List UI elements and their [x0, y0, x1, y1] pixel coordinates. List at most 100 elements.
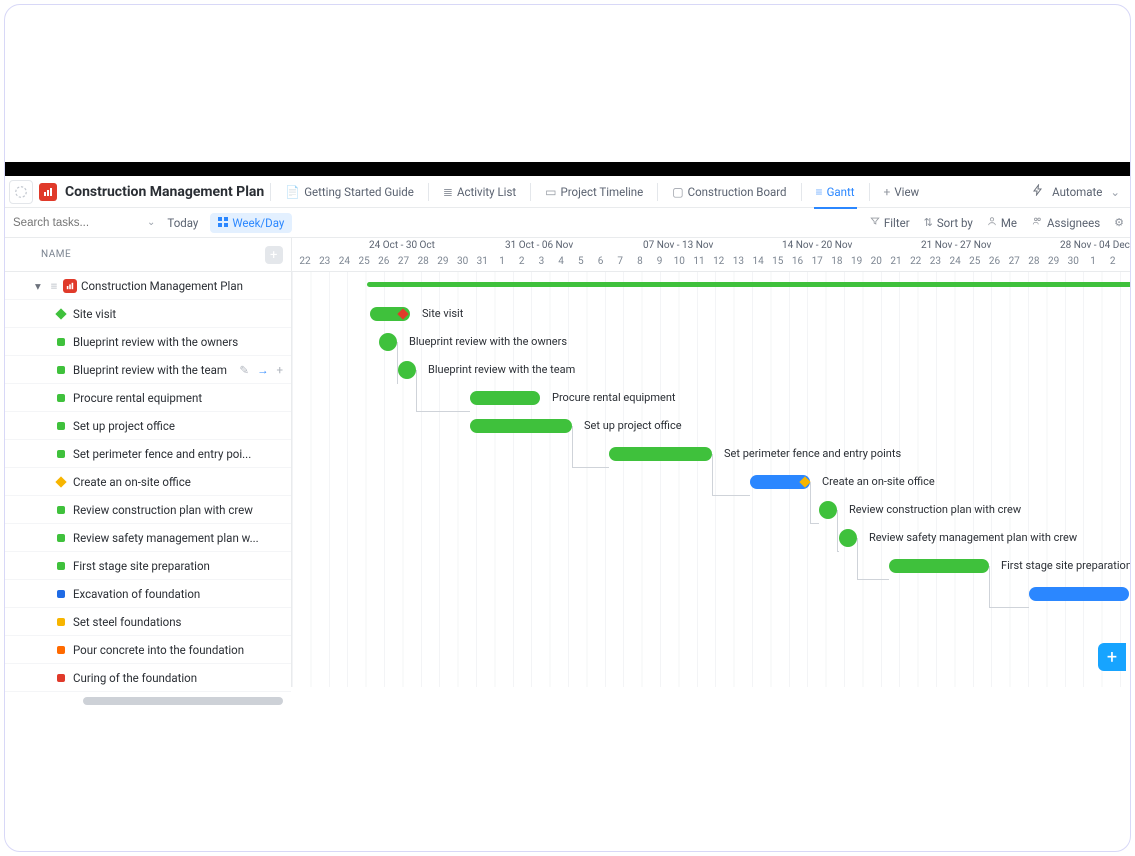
- task-row[interactable]: Create an on-site office: [5, 468, 291, 496]
- add-task-fab[interactable]: +: [1098, 643, 1126, 671]
- gantt-milestone[interactable]: [839, 529, 857, 547]
- main-area: NAME + ▾ ≡ Construction Management Plan …: [5, 238, 1130, 687]
- milestone-marker[interactable]: [396, 307, 410, 321]
- view-getting-started[interactable]: 📄 Getting Started Guide: [277, 176, 422, 208]
- dependency-icon[interactable]: →: [257, 363, 269, 377]
- project-title: Construction Management Plan: [65, 184, 264, 200]
- status-bullet: [57, 422, 65, 430]
- me-filter[interactable]: Me: [987, 216, 1017, 230]
- bar-label: Create an on-site office: [822, 475, 935, 488]
- bar-label: Review construction plan with crew: [849, 503, 1021, 516]
- gantt-row: Create an on-site office: [292, 468, 1130, 496]
- add-column-button[interactable]: +: [265, 246, 283, 264]
- day-label: 18: [828, 256, 846, 267]
- day-label: 4: [552, 256, 570, 267]
- task-label: Set perimeter fence and entry poi...: [73, 447, 251, 461]
- status-bullet: [57, 646, 65, 654]
- gantt-bar[interactable]: [470, 391, 540, 405]
- gantt-bar[interactable]: [609, 447, 712, 461]
- dependency-line: [416, 370, 470, 412]
- dependency-line: [837, 510, 839, 552]
- task-row[interactable]: Set steel foundations: [5, 608, 291, 636]
- gantt-milestone[interactable]: [819, 501, 837, 519]
- task-row[interactable]: Set up project office: [5, 412, 291, 440]
- gantt-milestone[interactable]: [398, 361, 416, 379]
- task-row[interactable]: Blueprint review with the team ✎ → +: [5, 356, 291, 384]
- list-icon: ≣: [443, 185, 453, 199]
- task-row[interactable]: Procure rental equipment: [5, 384, 291, 412]
- gantt-icon: ≡: [816, 185, 823, 199]
- view-project-timeline[interactable]: ▭ Project Timeline: [537, 176, 651, 208]
- horizontal-scrollbar[interactable]: [83, 697, 283, 705]
- status-bullet: [57, 562, 65, 570]
- collapse-icon[interactable]: ▾: [35, 279, 47, 293]
- timeline-icon: ▭: [545, 185, 556, 199]
- menu-button[interactable]: [9, 180, 33, 204]
- day-label: 24: [946, 256, 964, 267]
- task-row[interactable]: Blueprint review with the owners: [5, 328, 291, 356]
- week-label: 28 Nov - 04 Dec: [1060, 240, 1130, 251]
- plus-icon[interactable]: +: [276, 363, 283, 377]
- doc-icon: 📄: [285, 185, 300, 199]
- automate-button[interactable]: Automate: [1052, 185, 1102, 199]
- task-label: Excavation of foundation: [73, 587, 200, 601]
- people-icon: [1031, 216, 1043, 229]
- gantt-bar[interactable]: [1029, 587, 1129, 601]
- gantt-bar[interactable]: [889, 559, 989, 573]
- chevron-down-icon[interactable]: ⌄: [147, 217, 155, 228]
- view-gantt[interactable]: ≡ Gantt: [808, 176, 863, 208]
- task-row[interactable]: Curing of the foundation: [5, 664, 291, 692]
- person-icon: [987, 216, 997, 229]
- week-label: 24 Oct - 30 Oct: [369, 240, 435, 251]
- day-label: 14: [749, 256, 767, 267]
- day-label: 2: [513, 256, 531, 267]
- app-content: Construction Management Plan 📄 Getting S…: [5, 176, 1130, 687]
- task-list-header: NAME +: [5, 238, 291, 272]
- day-label: 2: [1104, 256, 1122, 267]
- search-input[interactable]: [11, 213, 141, 233]
- task-row[interactable]: Review construction plan with crew: [5, 496, 291, 524]
- task-label: Blueprint review with the owners: [73, 335, 238, 349]
- filter-button[interactable]: Filter: [870, 216, 910, 230]
- dependency-line: [989, 566, 1029, 608]
- task-row[interactable]: Site visit: [5, 300, 291, 328]
- task-label: Set steel foundations: [73, 615, 181, 629]
- day-label: 17: [808, 256, 826, 267]
- assignees-filter[interactable]: Assignees: [1031, 216, 1100, 230]
- gantt-row: Site visit: [292, 300, 1130, 328]
- gantt-milestone[interactable]: [379, 333, 397, 351]
- today-button[interactable]: Today: [167, 216, 198, 230]
- summary-bar[interactable]: [367, 282, 1130, 287]
- group-row[interactable]: ▾ ≡ Construction Management Plan: [5, 272, 291, 300]
- day-label: 11: [690, 256, 708, 267]
- task-list-pane: NAME + ▾ ≡ Construction Management Plan …: [5, 238, 292, 687]
- edit-icon[interactable]: ✎: [239, 363, 249, 377]
- filter-bar: ⌄ Today Week/Day Filter ⇅ Sort by: [5, 208, 1130, 238]
- settings-icon[interactable]: ⚙: [1114, 216, 1124, 229]
- app-frame: Construction Management Plan 📄 Getting S…: [4, 4, 1131, 852]
- bar-label: Procure rental equipment: [552, 391, 676, 404]
- gantt-bar[interactable]: [470, 419, 572, 433]
- gantt-row: Review construction plan with crew: [292, 496, 1130, 524]
- project-icon: [63, 279, 77, 293]
- range-selector[interactable]: Week/Day: [210, 213, 292, 233]
- gantt-row: Review safety management plan with crew: [292, 524, 1130, 552]
- day-label: 25: [355, 256, 373, 267]
- task-row[interactable]: Pour concrete into the foundation: [5, 636, 291, 664]
- view-construction-board[interactable]: ▢ Construction Board: [664, 176, 794, 208]
- topbar: Construction Management Plan 📄 Getting S…: [5, 176, 1130, 208]
- task-row[interactable]: First stage site preparation: [5, 552, 291, 580]
- day-label: 30: [454, 256, 472, 267]
- task-row[interactable]: Excavation of foundation: [5, 580, 291, 608]
- day-label: 8: [631, 256, 649, 267]
- day-label: 7: [611, 256, 629, 267]
- window-chrome: [5, 162, 1130, 176]
- chevron-down-icon[interactable]: ⌄: [1110, 185, 1120, 199]
- add-view-button[interactable]: + View: [876, 176, 928, 208]
- view-activity-list[interactable]: ≣ Activity List: [435, 176, 524, 208]
- task-row[interactable]: Set perimeter fence and entry poi...: [5, 440, 291, 468]
- sort-icon: ⇅: [924, 216, 933, 229]
- sort-button[interactable]: ⇅ Sort by: [924, 216, 973, 230]
- status-bullet: [57, 450, 65, 458]
- task-row[interactable]: Review safety management plan w...: [5, 524, 291, 552]
